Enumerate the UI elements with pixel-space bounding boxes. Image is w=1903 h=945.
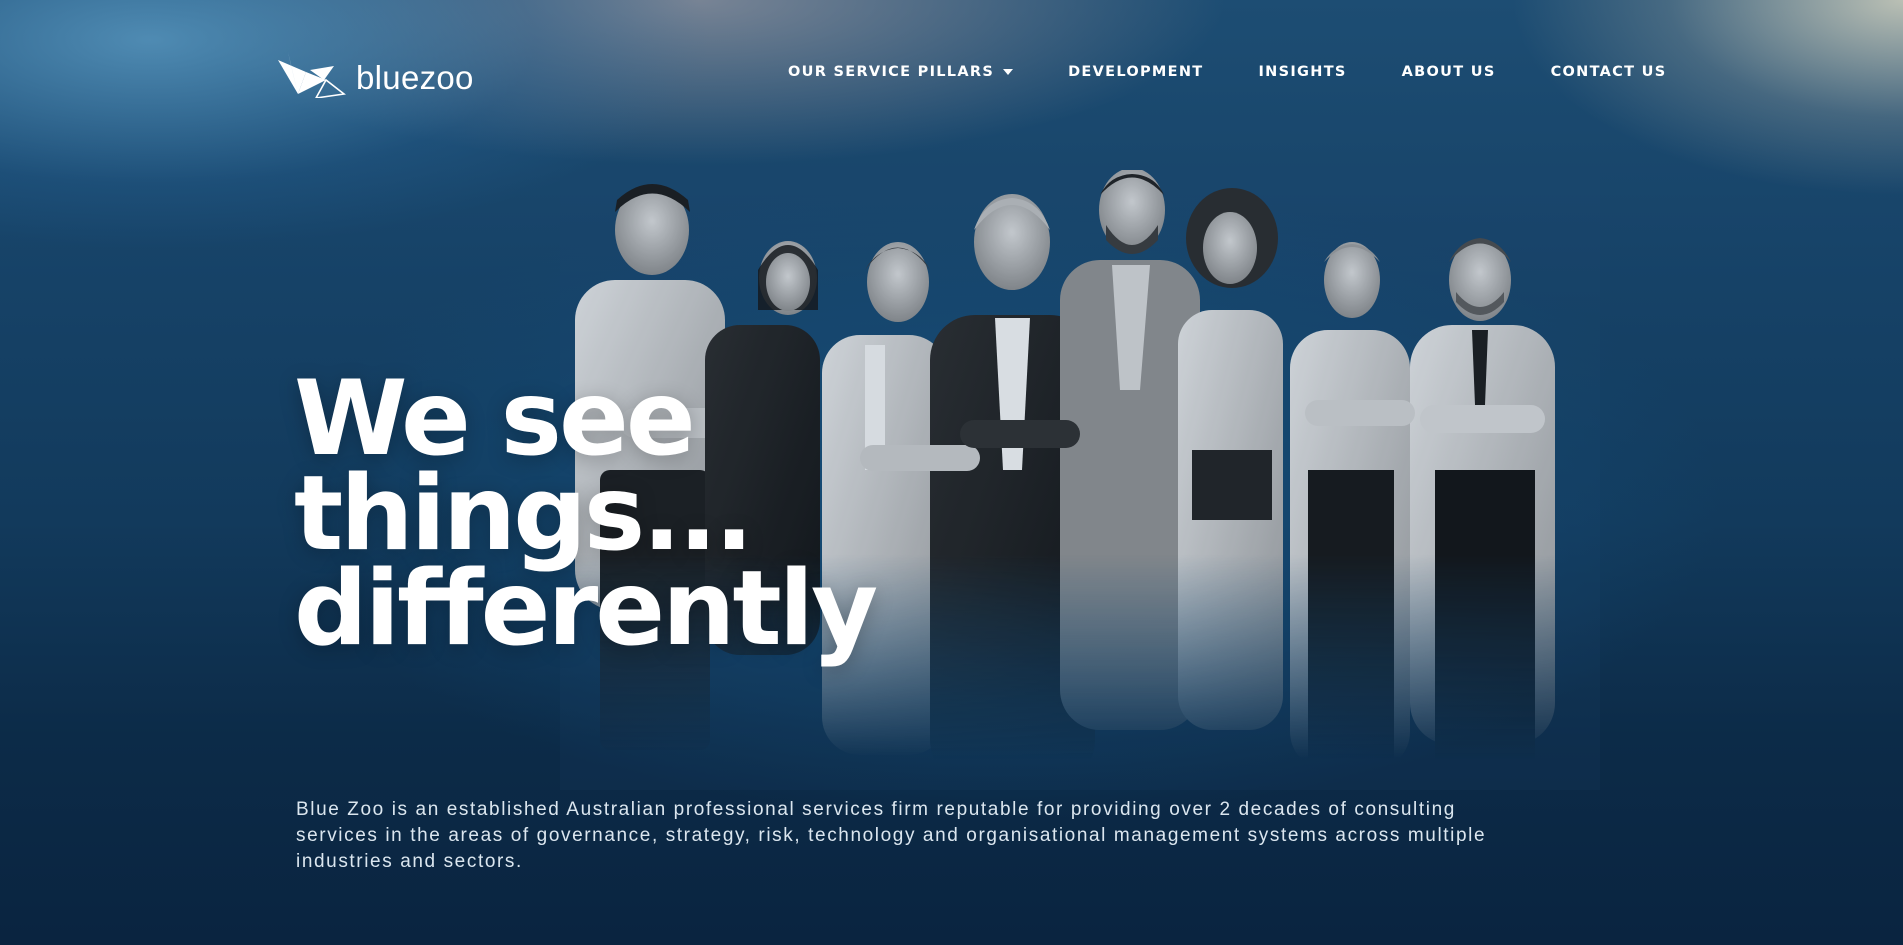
nav-item-insights[interactable]: INSIGHTS — [1258, 64, 1346, 80]
hero-headline-line: differently — [294, 549, 878, 669]
bluezoo-origami-logo-icon — [278, 52, 346, 98]
nav-item-label: INSIGHTS — [1258, 64, 1347, 80]
hero-headline: We see things... differently — [294, 359, 878, 669]
hero-headline-line: We see — [294, 359, 696, 479]
nav-item-label: OUR SERVICE PILLARS — [788, 64, 995, 80]
nav-item-label: DEVELOPMENT — [1068, 64, 1204, 80]
nav-item-label: CONTACT US — [1550, 64, 1667, 80]
nav-item-development[interactable]: DEVELOPMENT — [1068, 64, 1203, 80]
caret-down-icon — [1003, 69, 1014, 75]
brand-name: bluezoo — [356, 58, 474, 96]
main-nav: OUR SERVICE PILLARS DEVELOPMENT INSIGHTS… — [788, 64, 1666, 80]
nav-item-label: ABOUT US — [1401, 64, 1496, 80]
nav-item-contact-us[interactable]: CONTACT US — [1551, 64, 1667, 80]
nav-item-about-us[interactable]: ABOUT US — [1402, 64, 1496, 80]
hero-description: Blue Zoo is an established Australian pr… — [296, 799, 1487, 872]
brand-logo[interactable]: bluezoo — [276, 50, 474, 98]
nav-item-our-service-pillars[interactable]: OUR SERVICE PILLARS — [788, 64, 1014, 80]
hero-headline-line: things... — [294, 454, 754, 574]
